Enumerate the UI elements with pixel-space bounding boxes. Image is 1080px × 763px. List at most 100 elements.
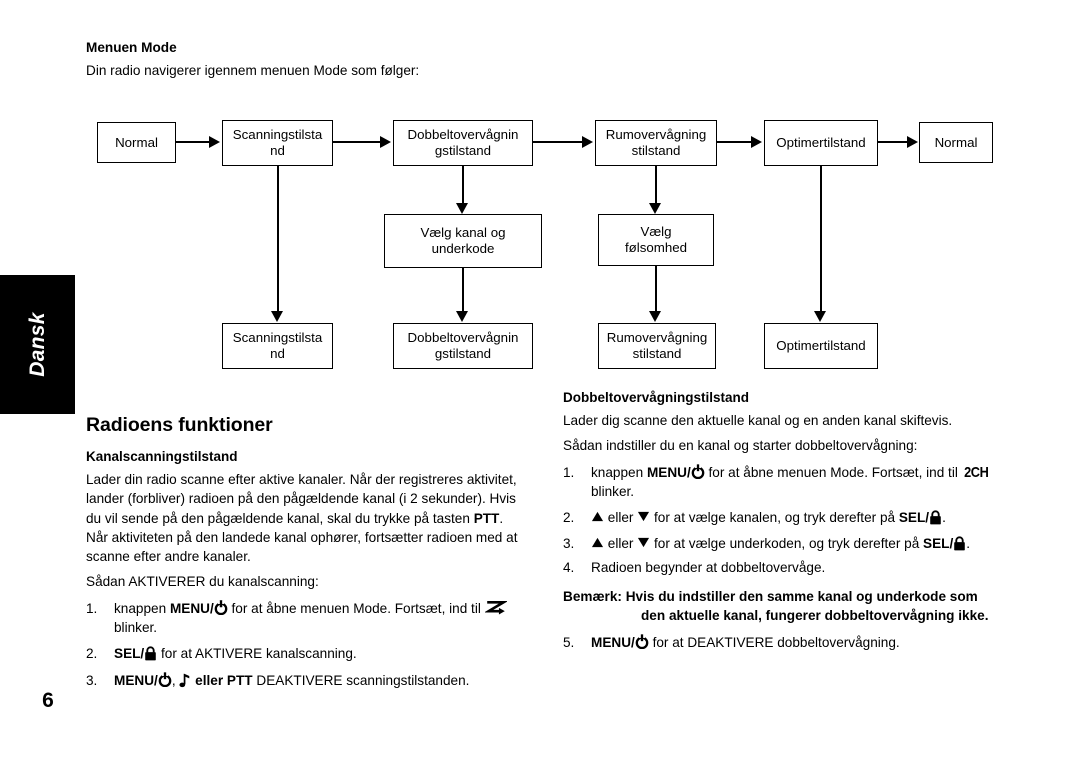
flow-box-scan-bottom: Scanningstilsta nd [222, 323, 333, 369]
dual-watch-setup-intro: Sådan indstiller du en kanal og starter … [563, 438, 918, 454]
power-icon [635, 634, 649, 649]
lock-icon [953, 536, 966, 551]
flow-box-dual-bottom: Dobbeltovervågnin gstilstand [393, 323, 533, 369]
page-number: 6 [42, 689, 54, 712]
channel-scan-description: Lader din radio scanne efter aktive kana… [86, 470, 524, 566]
list-item-number: 5. [563, 634, 575, 650]
flow-box-pick-channel-line2: underkode [431, 241, 495, 256]
flow-connector-v-timer [820, 166, 823, 312]
flow-arrowhead-h3 [582, 136, 593, 148]
flow-box-pick-sensitivity-line2: følsomhed [624, 240, 688, 255]
flow-box-room-bottom-line1: Rumovervågning [606, 330, 708, 345]
step-3-text-c: DEAKTIVERE scanningstilstanden. [252, 672, 470, 688]
dw-step-1-text-a: knappen [591, 464, 647, 480]
menu-keyword: MENU/ [169, 600, 214, 616]
dual-watch-description: Lader dig scanne den aktuelle kanal og e… [563, 413, 953, 428]
flow-box-timer-top-label: Optimertilstand [776, 135, 866, 150]
power-icon [214, 600, 228, 615]
flow-connector-v-scan [277, 166, 280, 312]
list-item-number: 2. [563, 510, 575, 526]
step-1-text-a: knappen [114, 600, 170, 616]
flow-box-dual-top: Dobbeltovervågnin gstilstand [393, 120, 533, 166]
flow-box-scan-bottom-line2: nd [270, 346, 285, 361]
flow-box-scan-bottom-line1: Scanningstilsta [232, 330, 323, 345]
flow-box-timer-bottom-label: Optimertilstand [776, 338, 866, 353]
dual-watch-steps: 1. knappen MENU/ for at åbne menuen Mode.… [563, 463, 1005, 577]
flow-box-pick-sensitivity: Vælg følsomhed [598, 214, 714, 266]
menu-keyword: MENU/ [114, 672, 158, 688]
list-item: 1. knappen MENU/ for at åbne menuen Mode.… [563, 463, 1005, 502]
dw-step-2-text-b: for at vælge kanalen, og tryk derefter p… [650, 510, 899, 526]
list-item: 3. eller for at vælge underkoden, og try… [563, 534, 1005, 553]
channel-scan-mode-heading: Kanalscanningstilstand [86, 449, 238, 464]
dual-watch-mode-heading: Dobbeltovervågningstilstand [563, 390, 750, 405]
flow-arrowhead-h4 [751, 136, 762, 148]
note-label: Bemærk: [563, 589, 622, 605]
2ch-icon: 2CH [963, 463, 989, 481]
list-item-number: 3. [563, 536, 575, 552]
dw-step-3-eller: eller [604, 536, 638, 552]
flow-box-pick-channel-line1: Vælg kanal og [420, 225, 506, 240]
flow-arrowhead-v-dual-1 [456, 203, 468, 214]
dw-step-3-text-c: . [966, 536, 971, 552]
flow-connector-h5 [878, 141, 908, 144]
flow-box-normal-2: Normal [919, 122, 993, 163]
flow-box-dual-bottom-line1: Dobbeltovervågnin [407, 330, 519, 345]
power-icon [158, 672, 172, 687]
list-item: 1. knappen MENU/ for at åbne menuen Mode.… [86, 599, 524, 638]
flow-box-dual-top-line1: Dobbeltovervågnin [407, 127, 519, 142]
list-item-number: 4. [563, 559, 575, 575]
flow-arrowhead-v-timer [814, 311, 826, 322]
lock-icon [929, 510, 942, 525]
flow-box-timer-top: Optimertilstand [764, 120, 878, 166]
flow-arrowhead-v-room-1 [649, 203, 661, 214]
dw-step-3-text-b: for at vælge underkoden, og tryk derefte… [650, 536, 924, 552]
step-2-text: for at AKTIVERE kanalscanning. [157, 646, 357, 662]
ptt-keyword: PTT [226, 672, 253, 688]
triangle-up-icon [591, 535, 604, 548]
list-item: 3. MENU/, eller PTT DEAKTIVERE scanningst… [86, 671, 524, 690]
flow-arrowhead-v-scan [271, 311, 283, 322]
sel-keyword: SEL/ [114, 646, 145, 662]
flow-arrowhead-h5 [907, 136, 918, 148]
flow-box-normal-1-label: Normal [115, 134, 158, 150]
channel-scan-activate-intro: Sådan AKTIVERER du kanalscanning: [86, 574, 319, 590]
dw-step-5-text: for at DEAKTIVERE dobbeltovervågning. [648, 634, 900, 650]
flow-box-timer-bottom: Optimertilstand [764, 323, 878, 369]
channel-scan-description-part-1: Lader din radio scanne efter aktive kana… [86, 472, 517, 526]
flow-box-normal-1: Normal [97, 122, 176, 163]
flow-arrowhead-h2 [380, 136, 391, 148]
scan-icon [483, 600, 508, 615]
dw-step-4-text: Radioen begynder at dobbeltovervåge. [591, 559, 826, 575]
left-text-column: Radioens funktioner Kanalscanningstilsta… [86, 414, 524, 690]
flow-arrowhead-h1 [209, 136, 220, 148]
ptt-keyword: PTT [473, 510, 500, 526]
flow-connector-h1 [176, 141, 210, 144]
dw-step-2-eller: eller [604, 510, 638, 526]
music-note-icon [179, 673, 191, 688]
note-text: Hvis du indstiller den samme kanal og un… [621, 589, 989, 624]
mode-menu-flowchart: Normal Scanningstilsta nd Dobbeltovervåg… [0, 0, 1080, 400]
flow-connector-h4 [717, 141, 752, 144]
list-item-number: 1. [563, 464, 575, 480]
flow-connector-h2 [333, 141, 381, 144]
dw-step-1-text-b: for at åbne menuen Mode. Fortsæt, ind ti… [704, 464, 962, 480]
flow-box-normal-2-label: Normal [934, 134, 978, 150]
flow-box-scan-top: Scanningstilsta nd [222, 120, 333, 166]
flow-box-pick-channel: Vælg kanal og underkode [384, 214, 542, 268]
flow-connector-v-dual-2 [462, 268, 465, 312]
sel-keyword: SEL/ [923, 536, 954, 552]
right-text-column: Dobbeltovervågningstilstand Lader dig sc… [563, 390, 1005, 652]
list-item-number: 2. [86, 646, 98, 662]
step-3-eller: eller [191, 672, 227, 688]
flow-connector-v-room-1 [655, 166, 658, 204]
menu-keyword: MENU/ [591, 634, 635, 650]
list-item: 4. Radioen begynder at dobbeltovervåge. [563, 558, 1005, 577]
flow-box-dual-bottom-line2: gstilstand [434, 346, 492, 361]
menu-keyword: MENU/ [646, 464, 691, 480]
list-item: 5. MENU/ for at DEAKTIVERE dobbeltovervåg… [563, 633, 1005, 652]
flow-box-room-bottom-line2: stilstand [632, 346, 682, 361]
dual-watch-steps-continued: 5. MENU/ for at DEAKTIVERE dobbeltovervåg… [563, 633, 1005, 652]
flow-box-pick-sensitivity-line1: Vælg [640, 224, 672, 239]
dw-step-1-text-c: blinker. [591, 483, 635, 499]
